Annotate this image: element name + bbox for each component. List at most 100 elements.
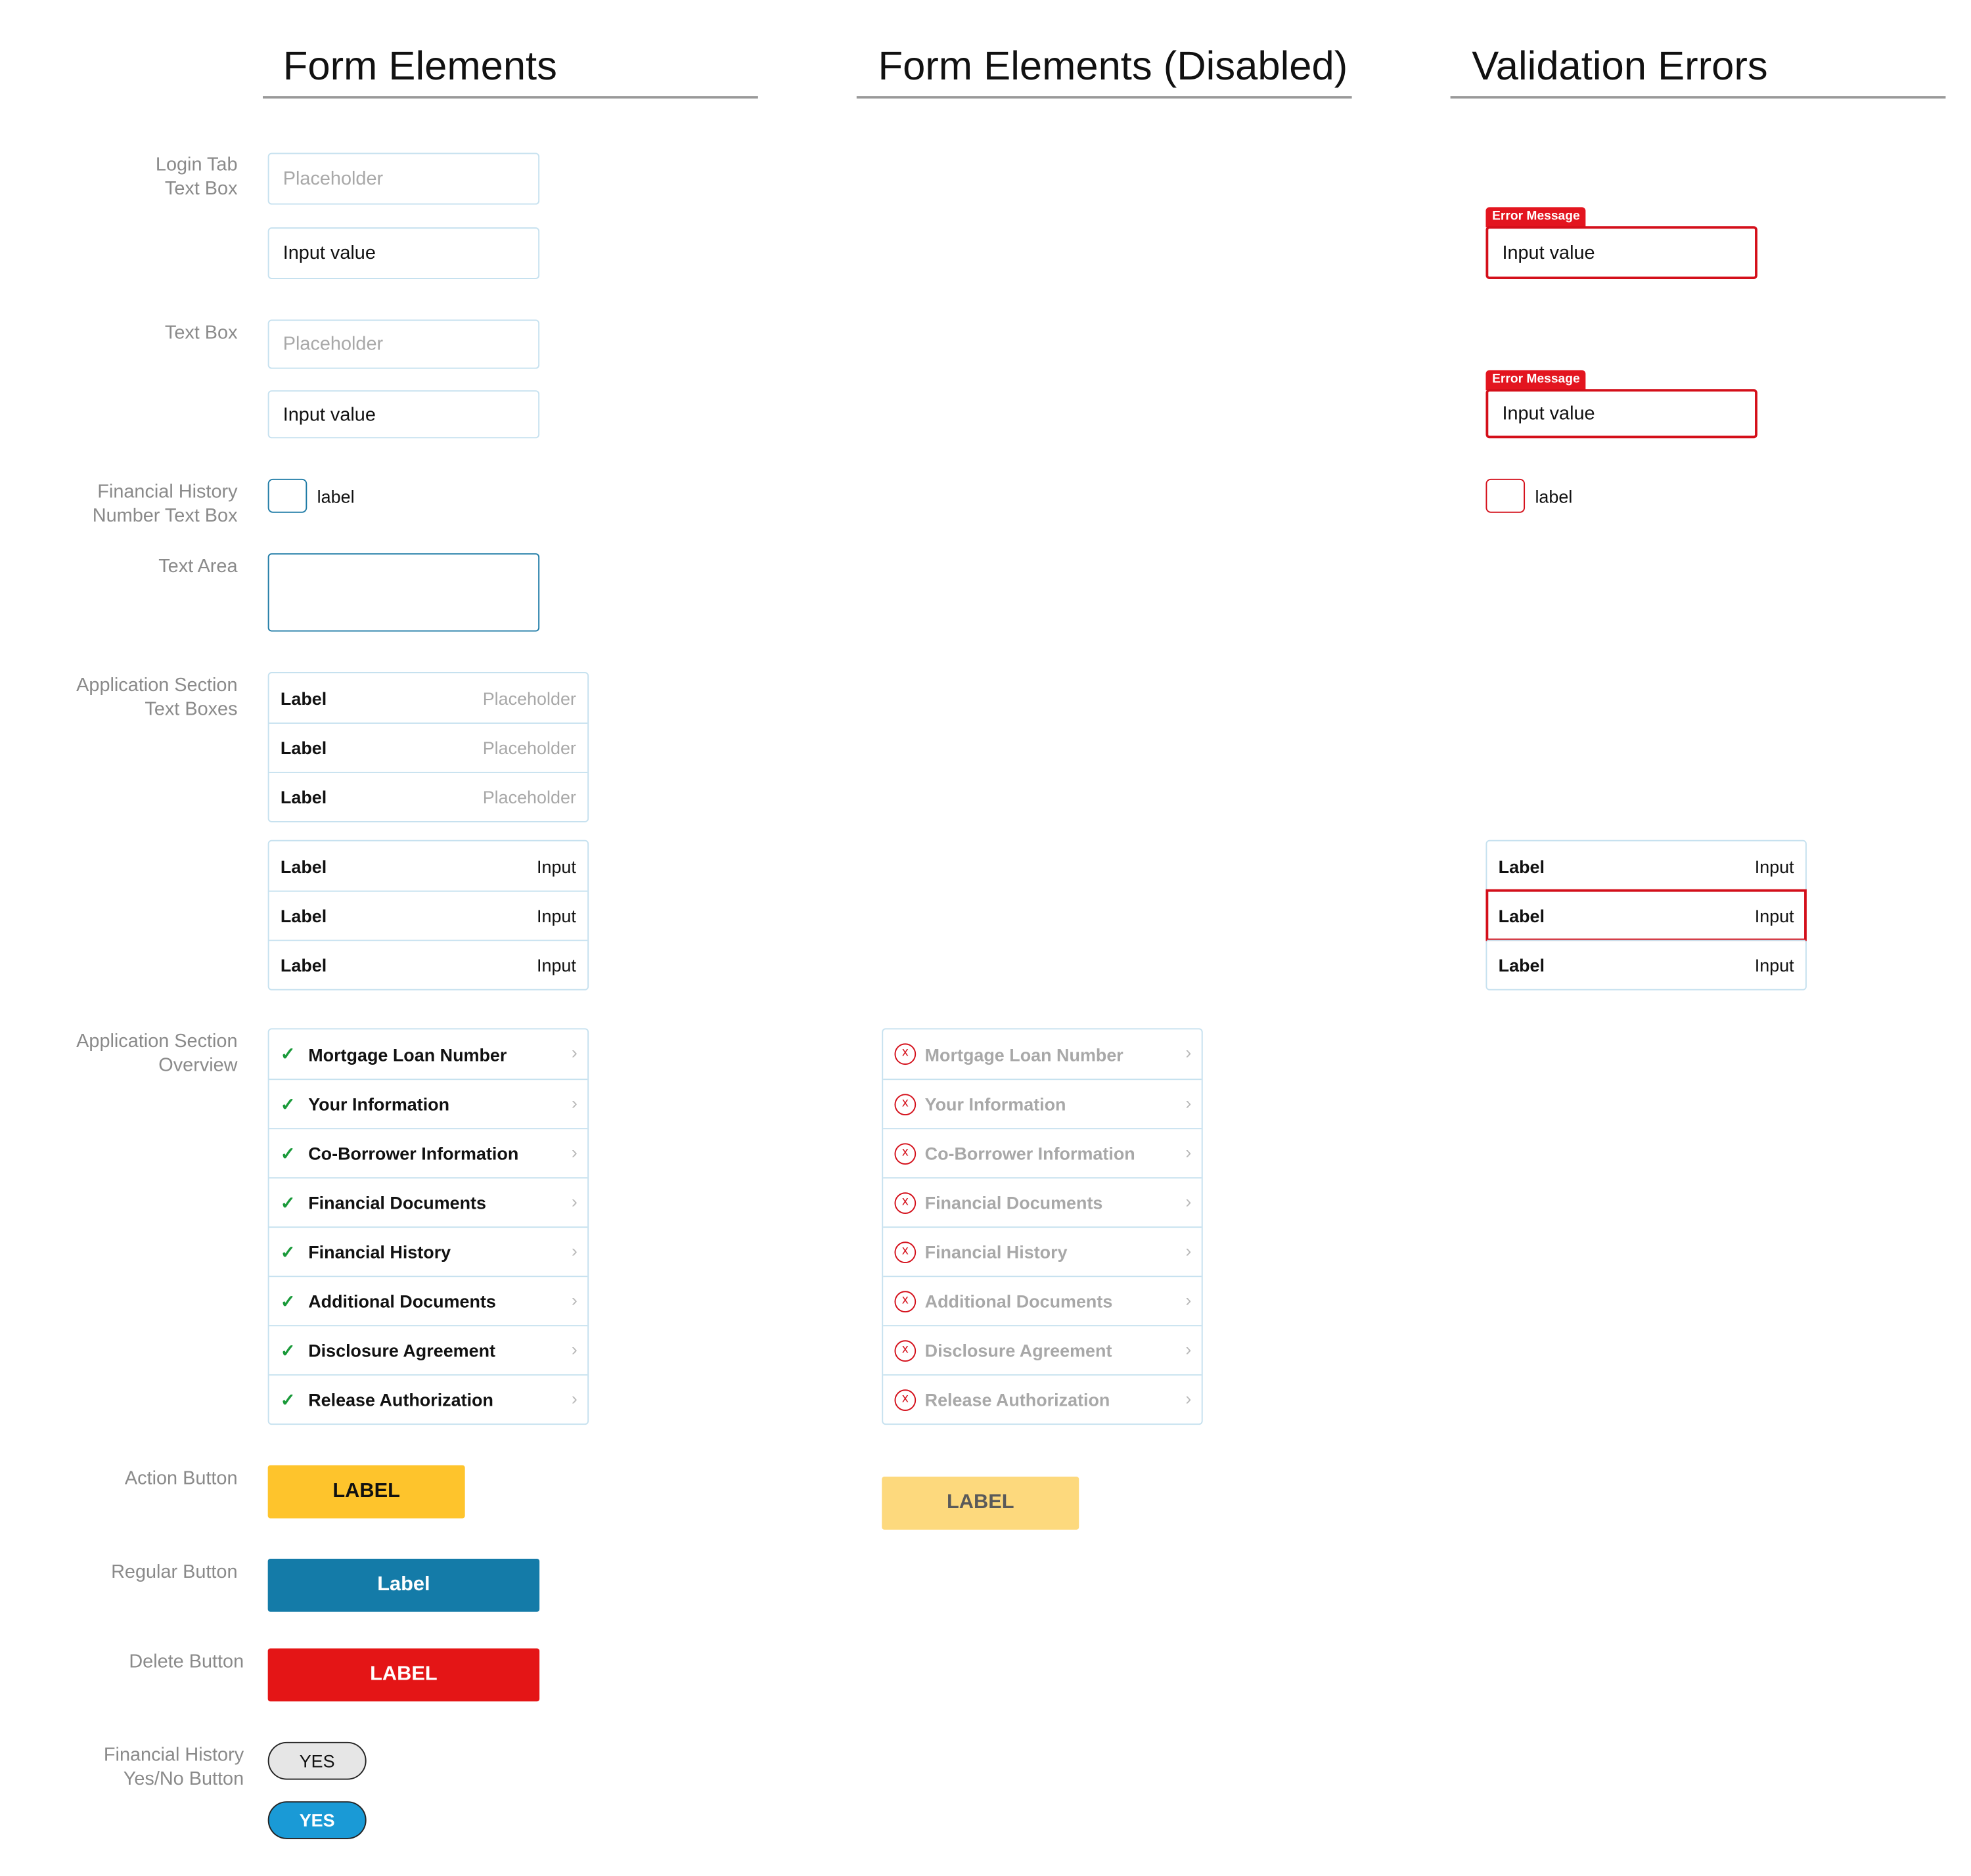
yes-toggle-off[interactable]: YES [267, 1741, 367, 1780]
row-label-line: Login Tab [155, 154, 238, 176]
overview-item[interactable]: ✓ Release Authorization › [269, 1374, 588, 1423]
overview-item[interactable]: ✓ Financial History › [269, 1226, 588, 1276]
overview-list-disabled: x Mortgage Loan Number › x Your Information… [882, 1028, 1203, 1425]
textbox-error[interactable]: Input value [1485, 389, 1757, 439]
chevron-right-icon: › [1185, 1042, 1192, 1063]
row-input: Input [537, 954, 576, 975]
row-input: Input [1754, 855, 1794, 876]
check-icon: ✓ [280, 1192, 296, 1213]
row-label-app-textboxes: Application Section Text Boxes [76, 673, 237, 721]
yes-toggle-on[interactable]: YES [267, 1801, 367, 1839]
row-label-fin-number: Financial History Number Text Box [93, 480, 238, 528]
overview-item-disabled: x Your Information › [883, 1079, 1202, 1128]
row-input: Input [537, 855, 576, 876]
app-textbox-row[interactable]: Label Placeholder [269, 673, 588, 723]
check-icon: ✓ [280, 1142, 296, 1163]
row-label: Label [1498, 855, 1545, 876]
row-label: Label [280, 738, 327, 758]
overview-item-disabled: x Additional Documents › [883, 1276, 1202, 1325]
row-label: Label [280, 688, 327, 708]
app-textbox-row-error[interactable]: Label Input [1485, 889, 1807, 941]
column-rule [262, 96, 758, 99]
fin-number-checkbox[interactable] [267, 478, 307, 513]
chevron-right-icon: › [571, 1092, 578, 1113]
overview-item[interactable]: ✓ Disclosure Agreement › [269, 1325, 588, 1374]
check-icon: ✓ [280, 1339, 296, 1360]
chevron-right-icon: › [1185, 1388, 1192, 1409]
app-textboxes-input: Label Input Label Input Label Input [267, 839, 589, 991]
check-icon: ✓ [280, 1389, 296, 1410]
app-textboxes-error: Label Input Label Input Label Input [1485, 839, 1807, 991]
error-message-tag: Error Message [1485, 207, 1587, 228]
row-label-regular-button: Regular Button [111, 1561, 238, 1583]
textbox-placeholder[interactable]: Placeholder [267, 319, 540, 369]
overview-item[interactable]: ✓ Mortgage Loan Number › [269, 1029, 588, 1079]
chevron-right-icon: › [1185, 1240, 1192, 1261]
app-textbox-row[interactable]: Label Input [1487, 841, 1805, 891]
overview-item-disabled: x Financial History › [883, 1226, 1202, 1276]
text-area[interactable] [267, 553, 540, 632]
column-rule [856, 96, 1352, 99]
app-textbox-row[interactable]: Label Placeholder [269, 771, 588, 821]
row-label: Label [280, 954, 327, 975]
overview-item[interactable]: ✓ Co-Borrower Information › [269, 1128, 588, 1177]
error-message-tag: Error Message [1485, 370, 1587, 391]
overview-item-disabled: x Disclosure Agreement › [883, 1325, 1202, 1374]
row-placeholder: Placeholder [482, 688, 576, 708]
column-title-validation: Validation Errors [1472, 43, 1768, 89]
chevron-right-icon: › [571, 1388, 578, 1409]
app-textbox-row[interactable]: Label Input [269, 890, 588, 940]
regular-button[interactable]: Label [267, 1558, 540, 1612]
chevron-right-icon: › [1185, 1339, 1192, 1360]
overview-item-disabled: x Mortgage Loan Number › [883, 1029, 1202, 1079]
row-label-yesno: Financial History Yes/No Button [104, 1743, 244, 1791]
overview-item[interactable]: ✓ Your Information › [269, 1079, 588, 1128]
overview-item-disabled: x Co-Borrower Information › [883, 1128, 1202, 1177]
row-input: Input [1754, 954, 1794, 975]
chevron-right-icon: › [1185, 1191, 1192, 1212]
app-textbox-row[interactable]: Label Placeholder [269, 722, 588, 772]
overview-item-label: Disclosure Agreement [924, 1340, 1112, 1361]
x-circle-icon: x [894, 1389, 917, 1411]
overview-item-label: Release Authorization [924, 1389, 1110, 1410]
chevron-right-icon: › [571, 1142, 578, 1163]
x-circle-icon: x [894, 1241, 917, 1263]
app-textbox-row[interactable]: Label Input [1487, 939, 1805, 989]
row-label-line: Application Section [76, 674, 238, 696]
row-placeholder: Placeholder [482, 738, 576, 758]
login-textbox-filled[interactable]: Input value [267, 227, 540, 279]
x-circle-icon: x [894, 1043, 917, 1065]
overview-item[interactable]: ✓ Financial Documents › [269, 1177, 588, 1226]
overview-item-label: Mortgage Loan Number [924, 1044, 1123, 1065]
overview-item-disabled: x Financial Documents › [883, 1177, 1202, 1226]
row-input: Input [537, 905, 576, 926]
chevron-right-icon: › [571, 1042, 578, 1063]
login-textbox-error[interactable]: Input value [1485, 226, 1757, 279]
row-label-line: Text Boxes [145, 698, 238, 721]
row-label-textarea: Text Area [158, 556, 238, 577]
login-textbox-placeholder[interactable]: Placeholder [267, 152, 540, 205]
column-rule [1450, 96, 1946, 99]
checkbox-error[interactable] [1485, 478, 1526, 513]
action-button[interactable]: LABEL [267, 1465, 465, 1519]
chevron-right-icon: › [1185, 1142, 1192, 1163]
row-placeholder: Placeholder [482, 787, 576, 807]
row-label-line: Overview [158, 1054, 238, 1077]
delete-button[interactable]: LABEL [267, 1648, 540, 1702]
style-guide-canvas: Form Elements Form Elements (Disabled) V… [0, 0, 1971, 1876]
row-label: Label [1498, 905, 1545, 926]
x-circle-icon: x [894, 1192, 917, 1214]
x-circle-icon: x [894, 1339, 917, 1362]
app-textbox-row[interactable]: Label Input [269, 841, 588, 891]
row-label-textbox: Text Box [164, 322, 238, 344]
action-button-disabled: LABEL [882, 1476, 1079, 1530]
overview-item-label: Financial Documents [308, 1192, 486, 1213]
textbox-filled[interactable]: Input value [267, 390, 540, 439]
overview-item[interactable]: ✓ Additional Documents › [269, 1276, 588, 1325]
overview-item-label: Disclosure Agreement [308, 1340, 495, 1361]
row-label-login-textbox: Login Tab Text Box [156, 153, 238, 201]
row-label-line: Financial History [97, 481, 238, 503]
check-icon: ✓ [280, 1290, 296, 1311]
overview-item-label: Your Information [924, 1094, 1066, 1115]
app-textbox-row[interactable]: Label Input [269, 939, 588, 989]
